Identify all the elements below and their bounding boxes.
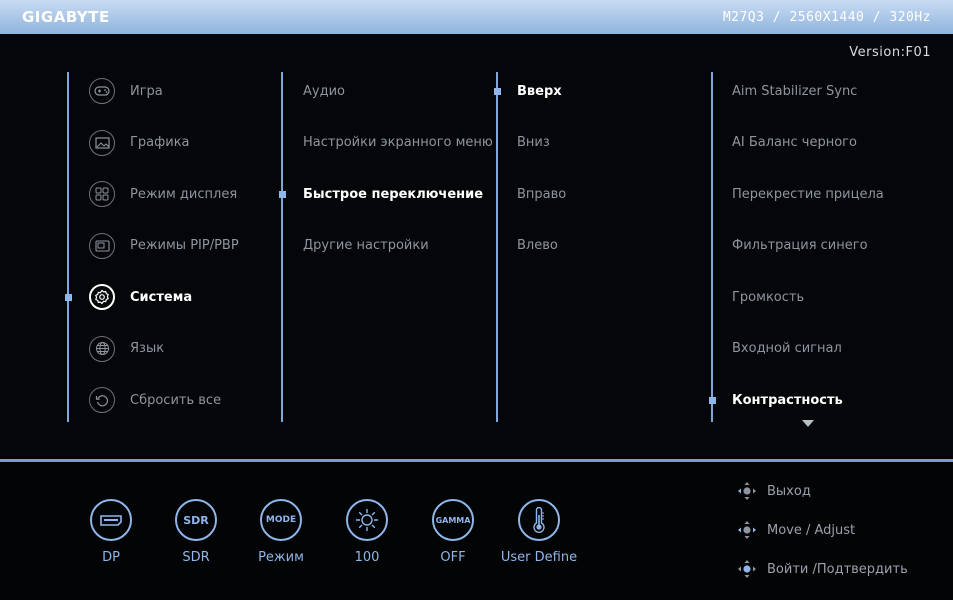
options-menu: Aim Stabilizer Sync AI Баланс черного Пере… xyxy=(709,72,941,427)
main-menu: Игра Графика Режим дисплея Режимы PIP/PBP Си… xyxy=(65,72,267,422)
direction-menu: Вверх Вниз Вправо Влево xyxy=(494,72,696,422)
firmware-version: Version:F01 xyxy=(849,45,931,60)
help-hint-label: Move / Adjust xyxy=(767,522,856,538)
menu-item[interactable]: Язык xyxy=(67,335,165,362)
menu-item[interactable]: Вправо xyxy=(496,181,566,207)
brightness-icon xyxy=(346,499,388,541)
menu-item[interactable]: Система xyxy=(67,284,192,310)
menu-item[interactable]: Контрастность xyxy=(711,387,843,413)
quick-status-label: Режим xyxy=(258,550,304,565)
selection-marker xyxy=(494,87,501,95)
gear-icon xyxy=(89,284,115,310)
menu-item[interactable]: Игра xyxy=(67,78,163,104)
menu-item[interactable]: Aim Stabilizer Sync xyxy=(711,78,857,104)
menu-item[interactable]: Настройки экранного меню xyxy=(281,130,493,156)
menu-item[interactable]: Громкость xyxy=(711,284,804,310)
gamepad-icon xyxy=(89,78,115,104)
scroll-down-arrow-icon[interactable] xyxy=(802,420,814,427)
joystick-press-icon xyxy=(736,558,758,580)
menu-item-label: Аудио xyxy=(303,83,345,99)
menu-item[interactable]: Входной сигнал xyxy=(711,336,842,362)
quick-status-item: 100 xyxy=(322,499,412,565)
quick-status-item: User Define xyxy=(494,499,584,565)
menu-item-label: Aim Stabilizer Sync xyxy=(732,83,858,99)
menu-item-label: AI Баланс черного xyxy=(732,135,857,150)
menu-item[interactable]: Другие настройки xyxy=(281,233,429,259)
quick-status-badge: SDR xyxy=(183,513,209,527)
mode-icon: MODE xyxy=(260,499,302,541)
quick-status-badge: GAMMA xyxy=(435,515,471,525)
quick-status-label: 100 xyxy=(354,550,380,565)
quick-status-item: SDR SDR xyxy=(151,499,241,565)
menu-item[interactable]: Сбросить все xyxy=(67,387,221,413)
menu-item-label: Фильтрация синего xyxy=(732,238,868,253)
menu-item-label: Режимы PIP/PBP xyxy=(130,238,239,253)
reset-icon xyxy=(89,387,115,413)
menu-item-label: Вниз xyxy=(517,135,550,150)
quick-status-item: MODE Режим xyxy=(236,499,326,565)
menu-item-label: Сбросить все xyxy=(130,392,222,408)
menu-item[interactable]: Аудио xyxy=(281,78,345,104)
menu-item[interactable]: Графика xyxy=(67,129,190,156)
menu-item-label: Графика xyxy=(130,135,190,150)
selection-marker xyxy=(279,190,286,198)
quick-status-label: User Define xyxy=(500,550,578,565)
menu-item-label: Контрастность xyxy=(732,392,843,408)
help-hint-label: Выход xyxy=(767,483,811,499)
osd-menu: Version:F01 Игра Графика Режим дисплея Режи… xyxy=(0,34,953,460)
menu-item-label: Настройки экранного меню xyxy=(303,135,493,150)
help-hint: Move / Adjust xyxy=(736,519,855,541)
menu-item[interactable]: Режим дисплея xyxy=(67,181,237,207)
globe-icon xyxy=(89,335,115,362)
selection-marker xyxy=(65,293,72,301)
display-mode-icon xyxy=(89,181,115,207)
quick-status-label: OFF xyxy=(440,550,466,565)
dp-port-icon xyxy=(90,499,132,541)
menu-item-label: Язык xyxy=(130,341,165,356)
menu-item-label: Режим дисплея xyxy=(130,186,238,202)
menu-item-label: Перекрестие прицела xyxy=(732,186,884,202)
help-hint: Войти /Подтвердить xyxy=(736,558,908,580)
menu-item-label: Другие настройки xyxy=(303,238,429,253)
top-bar: GIGABYTE M27Q3 / 2560X1440 / 320Hz xyxy=(0,0,953,34)
quick-status-item: GAMMA OFF xyxy=(408,499,498,565)
quick-status-label: SDR xyxy=(182,550,210,565)
menu-item[interactable]: Вверх xyxy=(496,78,562,104)
menu-item-label: Вправо xyxy=(517,186,567,202)
help-hint: Выход xyxy=(736,480,811,502)
quick-status-label: DP xyxy=(102,550,120,565)
joystick-left-icon xyxy=(736,480,758,502)
menu-item-label: Вверх xyxy=(517,83,562,99)
menu-item[interactable]: Вниз xyxy=(496,130,550,156)
menu-item[interactable]: Влево xyxy=(496,233,558,259)
thermometer-icon xyxy=(518,499,560,541)
status-bar: DP SDR SDR MODE Режим 100 GAMMA OFF User Define В… xyxy=(0,462,953,600)
menu-item[interactable]: Режимы PIP/PBP xyxy=(67,232,239,259)
sub-menu: Аудио Настройки экранного меню Быстрое пер… xyxy=(279,72,493,422)
joystick-move-icon xyxy=(736,519,758,541)
menu-item-label: Система xyxy=(130,289,193,305)
menu-item[interactable]: Фильтрация синего xyxy=(711,233,868,259)
menu-item-label: Быстрое переключение xyxy=(303,186,484,202)
menu-item-label: Входной сигнал xyxy=(732,341,842,356)
brand-logo: GIGABYTE xyxy=(22,8,110,26)
gamma-icon: GAMMA xyxy=(432,499,474,541)
selection-marker xyxy=(709,396,716,404)
pip-icon xyxy=(89,232,115,259)
help-hint-label: Войти /Подтвердить xyxy=(767,561,908,577)
quick-status-badge: MODE xyxy=(265,515,297,525)
menu-item-label: Громкость xyxy=(732,289,805,305)
model-info: M27Q3 / 2560X1440 / 320Hz xyxy=(722,9,931,25)
picture-icon xyxy=(89,129,115,156)
menu-item[interactable]: AI Баланс черного xyxy=(711,130,857,156)
sdr-icon: SDR xyxy=(175,499,217,541)
quick-status-item: DP xyxy=(66,499,156,565)
menu-item[interactable]: Перекрестие прицела xyxy=(711,181,884,207)
menu-item[interactable]: Быстрое переключение xyxy=(281,181,483,207)
menu-item-label: Игра xyxy=(130,83,163,99)
menu-item-label: Влево xyxy=(517,238,558,253)
